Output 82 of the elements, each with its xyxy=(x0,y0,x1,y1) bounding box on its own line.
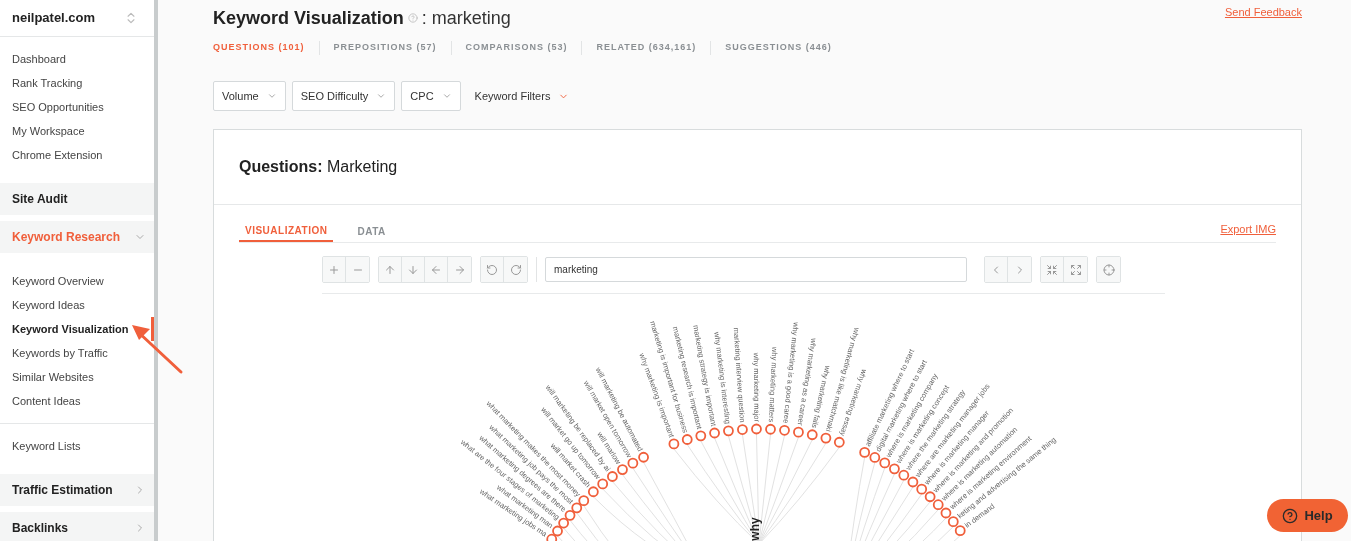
pointer-arrow xyxy=(131,322,185,376)
keyword-node[interactable] xyxy=(681,434,693,445)
arrow-right-icon xyxy=(453,263,466,276)
crosshair-icon xyxy=(1102,263,1115,276)
keyword-node[interactable] xyxy=(627,457,639,469)
page-title: Keyword Visualization xyxy=(213,6,404,30)
keyword-node[interactable] xyxy=(889,463,900,475)
keyword-node[interactable] xyxy=(695,430,707,442)
keyword-node[interactable] xyxy=(833,436,845,448)
keyword-node[interactable] xyxy=(737,424,748,435)
keyword-node[interactable] xyxy=(859,447,871,458)
sidebar-section[interactable]: Site Audit xyxy=(0,183,154,215)
collapse-button[interactable] xyxy=(1041,257,1064,282)
sidebar-link[interactable]: My Workspace xyxy=(12,122,85,140)
keyword-node[interactable] xyxy=(793,426,804,438)
keyword-node[interactable] xyxy=(806,429,818,441)
keyword-node[interactable] xyxy=(617,464,628,475)
keyword-node[interactable] xyxy=(668,438,680,450)
keyword-node[interactable] xyxy=(779,424,790,436)
sidebar-section[interactable]: Backlinks xyxy=(0,512,154,541)
keyword-node[interactable] xyxy=(879,457,891,469)
sidebar-link[interactable]: Similar Websites xyxy=(12,368,94,386)
shrink-icon xyxy=(1046,263,1058,276)
keyword-node[interactable] xyxy=(907,476,919,488)
redo-icon xyxy=(509,263,522,276)
keyword-node[interactable] xyxy=(571,502,583,514)
keyword-node[interactable] xyxy=(546,533,558,541)
keyword-node[interactable] xyxy=(940,507,952,519)
page-keyword: : marketing xyxy=(421,6,511,30)
filter-dropdown[interactable]: CPC xyxy=(401,81,461,111)
keyword-node[interactable] xyxy=(587,486,599,498)
keyword-node[interactable] xyxy=(954,525,966,537)
keyword-node[interactable] xyxy=(820,432,832,444)
site-name: neilpatel.com xyxy=(12,9,96,28)
keyword-node[interactable] xyxy=(765,423,776,435)
keyword-node[interactable] xyxy=(552,525,563,537)
keyword-node[interactable] xyxy=(597,478,609,490)
sidebar-link[interactable]: Content Ideas xyxy=(12,392,81,410)
sidebar-link[interactable]: Dashboard xyxy=(12,50,66,68)
expand-icon xyxy=(1069,263,1082,276)
keyword-node[interactable] xyxy=(638,451,649,463)
keyword-filters-dropdown[interactable]: Keyword Filters xyxy=(466,81,578,111)
help-button[interactable]: Help xyxy=(1267,499,1348,532)
sidebar-link[interactable]: Keyword Overview xyxy=(12,272,104,290)
filter-dropdown[interactable]: SEO Difficulty xyxy=(291,81,396,111)
plus-icon xyxy=(328,263,340,276)
undo-icon xyxy=(486,263,498,276)
arrow-up-icon xyxy=(384,263,396,276)
filter-dropdown[interactable]: Volume xyxy=(213,81,286,111)
sidebar-link[interactable]: Keyword Ideas xyxy=(12,296,85,314)
keyword-node[interactable] xyxy=(709,427,720,439)
arrow-down-icon xyxy=(407,263,419,276)
chevron-down-icon xyxy=(441,91,452,101)
center-button[interactable] xyxy=(1097,257,1120,282)
sidebar-link[interactable]: Keyword Visualization xyxy=(12,320,129,338)
card-heading: Questions: Marketing xyxy=(239,157,398,177)
sidebar-section[interactable]: Traffic Estimation xyxy=(0,474,154,506)
keyword-node[interactable] xyxy=(916,483,928,495)
sidebar-link[interactable]: Rank Tracking xyxy=(12,74,83,92)
keyword-node[interactable] xyxy=(578,495,590,507)
keyword-node[interactable] xyxy=(924,491,936,503)
active-indicator xyxy=(151,317,154,341)
root-label: why xyxy=(748,517,763,541)
keyword-node[interactable] xyxy=(723,425,734,437)
sidebar-link[interactable]: SEO Opportunities xyxy=(12,98,104,116)
keyword-node[interactable] xyxy=(607,471,618,482)
keyword-node[interactable] xyxy=(558,517,569,529)
keyword-search-field[interactable]: marketing xyxy=(545,257,967,282)
sidebar-link[interactable]: Keywords by Traffic xyxy=(12,344,108,362)
keyword-node[interactable] xyxy=(932,499,944,511)
keyword-node[interactable] xyxy=(869,452,881,463)
help-icon xyxy=(1282,507,1299,524)
chevron-down-icon xyxy=(376,91,387,101)
sidebar-link[interactable]: Chrome Extension xyxy=(12,146,103,164)
undo-button[interactable] xyxy=(481,257,504,282)
keyword-node[interactable] xyxy=(751,423,762,435)
chevron-down-icon xyxy=(266,91,277,101)
arrow-left-icon xyxy=(430,263,442,276)
keyword-node[interactable] xyxy=(947,516,959,528)
keyword-node[interactable] xyxy=(898,469,910,481)
sidebar-link[interactable]: Keyword Lists xyxy=(12,437,81,455)
keyword-node[interactable] xyxy=(564,509,576,521)
